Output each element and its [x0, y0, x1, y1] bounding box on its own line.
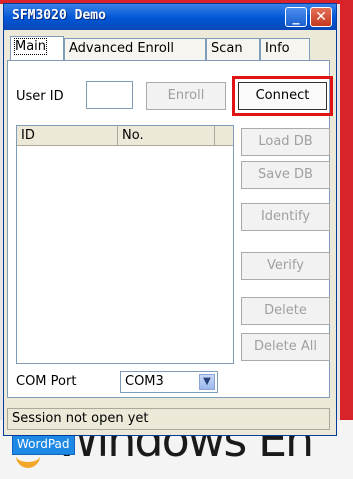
identify-button[interactable]: Identify [241, 203, 330, 231]
tab-info[interactable]: Info [260, 38, 310, 60]
column-header-spacer [215, 126, 233, 146]
delete-button[interactable]: Delete [241, 297, 330, 325]
com-port-value: COM3 [125, 374, 164, 389]
enroll-button[interactable]: Enroll [146, 82, 226, 110]
column-header-id[interactable]: ID [17, 126, 118, 146]
fingerprint-list[interactable]: ID No. [16, 125, 234, 364]
user-id-label: User ID [16, 89, 64, 104]
tab-main-label: Main [13, 38, 48, 55]
minimize-button[interactable]: _ [285, 7, 307, 27]
window-title: SFM3020 Demo [12, 8, 106, 23]
tab-advanced-enroll-label: Advanced Enroll [69, 41, 175, 56]
status-bar: Session not open yet [7, 408, 330, 430]
verify-button[interactable]: Verify [241, 252, 330, 280]
com-port-label: COM Port [16, 374, 77, 389]
tab-main[interactable]: Main [10, 36, 64, 61]
title-bar[interactable]: SFM3020 Demo _ ✕ [4, 4, 336, 30]
column-header-no[interactable]: No. [118, 126, 215, 146]
save-db-button[interactable]: Save DB [241, 161, 330, 189]
tab-scan[interactable]: Scan [206, 38, 260, 60]
user-id-input[interactable] [86, 81, 133, 109]
tab-advanced-enroll[interactable]: Advanced Enroll [64, 38, 206, 60]
tab-scan-label: Scan [211, 41, 243, 56]
right-accent-bar [340, 0, 353, 479]
tab-info-label: Info [265, 41, 290, 56]
load-db-button[interactable]: Load DB [241, 128, 330, 156]
delete-all-button[interactable]: Delete All [241, 333, 330, 361]
com-port-select[interactable]: COM3 ▼ [120, 371, 218, 393]
chevron-down-icon[interactable]: ▼ [199, 374, 215, 390]
close-button[interactable]: ✕ [310, 7, 332, 27]
connect-button[interactable]: Connect [238, 82, 327, 110]
